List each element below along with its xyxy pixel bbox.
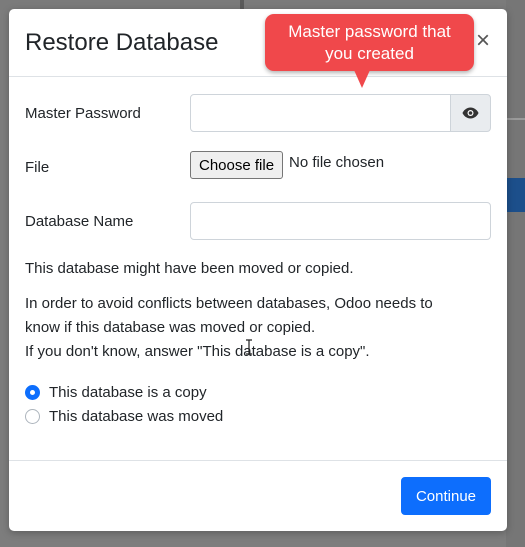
continue-button[interactable]: Continue	[401, 477, 491, 515]
show-password-button[interactable]	[450, 94, 491, 132]
explanation-line-1: In order to avoid conflicts between data…	[25, 295, 433, 312]
explanation-line-2: know if this database was moved or copie…	[25, 319, 316, 336]
moved-radio[interactable]	[25, 408, 40, 424]
backdrop-blue-bar	[506, 178, 525, 212]
option-copy-label: This database is a copy	[49, 383, 207, 401]
eye-icon	[462, 107, 479, 119]
database-name-input[interactable]	[190, 202, 491, 240]
master-password-callout: Master password that you created	[265, 14, 474, 71]
text-cursor-icon	[246, 339, 252, 355]
moved-notice: This database might have been moved or c…	[25, 260, 354, 277]
option-copy[interactable]: This database is a copy	[25, 381, 207, 403]
option-moved[interactable]: This database was moved	[25, 405, 223, 427]
modal-title: Restore Database	[25, 29, 219, 56]
database-name-label: Database Name	[25, 213, 134, 230]
explanation-line-3: If you don't know, answer "This database…	[25, 343, 370, 360]
master-password-input[interactable]	[190, 94, 452, 132]
choose-file-button[interactable]: Choose file	[190, 151, 284, 179]
copy-radio[interactable]	[25, 384, 40, 400]
file-status: No file chosen	[289, 154, 385, 171]
restore-database-dialog: Restore Database × Master Password File …	[9, 9, 507, 531]
modal-footer: Continue	[9, 460, 507, 531]
close-button[interactable]: ×	[471, 27, 495, 55]
file-label: File	[25, 159, 50, 176]
callout-text: Master password that you created	[288, 21, 451, 63]
backdrop-divider	[506, 118, 525, 120]
backdrop-right	[506, 0, 525, 547]
option-moved-label: This database was moved	[49, 407, 224, 425]
master-password-label: Master Password	[25, 105, 141, 122]
callout-pointer	[354, 70, 370, 88]
